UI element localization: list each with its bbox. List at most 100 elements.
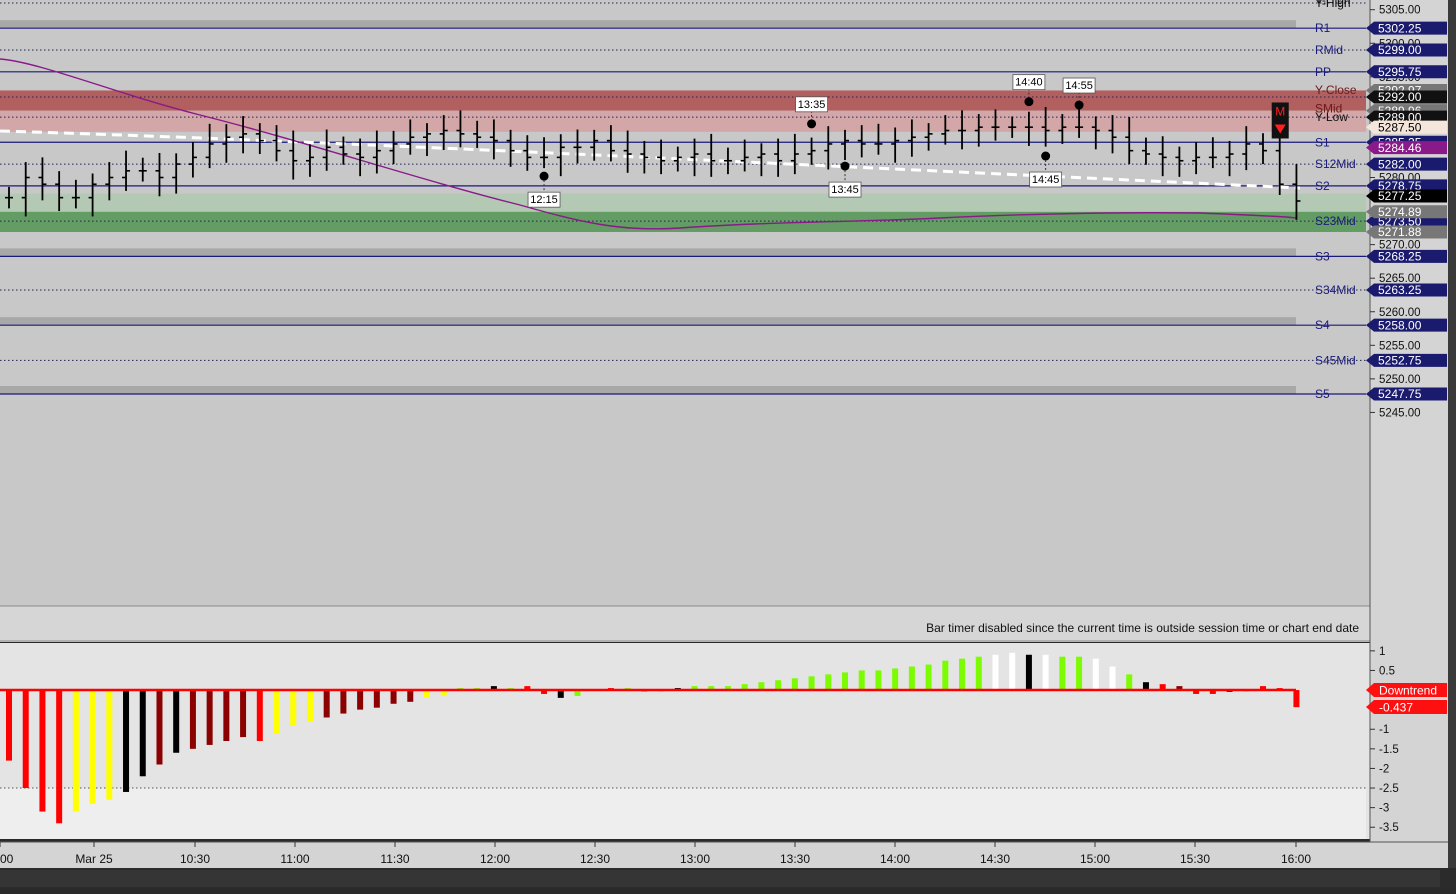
osc-bar [206, 690, 213, 745]
trend-label: Downtrend [1379, 684, 1437, 698]
osc-tick-label: -1 [1379, 724, 1389, 736]
level-label-top: Y-High [1315, 0, 1351, 7]
price-tick-label: 5245.00 [1379, 407, 1421, 419]
price-tick-label: 5260.00 [1379, 307, 1421, 319]
osc-tick-label: -3 [1379, 803, 1389, 815]
vertical-scrollbar[interactable] [1448, 0, 1456, 889]
pivot-marker[interactable] [1074, 100, 1084, 110]
osc-bar [1109, 666, 1116, 691]
osc-bar [72, 690, 79, 812]
level-label: PP [1315, 65, 1331, 79]
osc-bar [1042, 654, 1049, 691]
osc-bar [791, 678, 798, 691]
osc-bar [975, 656, 982, 691]
zone-resistance-dark [0, 90, 1366, 111]
chart-canvas[interactable]: Bar timer disabled since the current tim… [0, 0, 1456, 889]
osc-bar [306, 690, 313, 722]
osc-bar [775, 680, 782, 691]
price-badge-text: 5271.88 [1378, 225, 1422, 239]
osc-bar [39, 690, 46, 812]
osc-tick-label: 0.5 [1379, 665, 1395, 677]
time-axis[interactable] [0, 842, 1448, 868]
pivot-marker[interactable] [1024, 97, 1034, 107]
osc-bar [908, 666, 915, 691]
time-tick-label: 13:30 [780, 852, 810, 866]
osc-bar [825, 674, 832, 691]
level-label: S5 [1315, 387, 1330, 401]
pivot-time-label: 12:15 [530, 194, 558, 206]
price-tick-label: 5255.00 [1379, 340, 1421, 352]
osc-bar [22, 690, 29, 789]
zone-resistance-light [0, 110, 1366, 132]
osc-bar [875, 670, 882, 691]
level-label: R1 [1315, 21, 1331, 35]
price-badge-text: 5274.89 [1378, 205, 1422, 219]
level-price-badge-text: 5268.25 [1378, 250, 1422, 264]
osc-bar [357, 690, 364, 710]
osc-bar [1126, 674, 1133, 691]
level-price-badge-text: 5258.00 [1378, 318, 1422, 332]
osc-bar [156, 690, 163, 765]
osc-tick-label: -2.5 [1379, 783, 1399, 795]
level-label: S4 [1315, 318, 1330, 332]
osc-bar [240, 690, 247, 738]
time-tick-label: 00 [0, 852, 14, 866]
osc-bar [89, 690, 96, 804]
osc-bar [390, 690, 397, 704]
level-label: S23Mid [1315, 214, 1356, 228]
level-label: Y-Low [1315, 110, 1348, 124]
level-price-badge-text: 5247.75 [1378, 387, 1422, 401]
level-label: S3 [1315, 249, 1330, 263]
osc-bar [892, 668, 899, 691]
osc-bar [808, 676, 815, 691]
level-label: S1 [1315, 135, 1330, 149]
osc-bar [842, 672, 848, 691]
level-band [0, 20, 1296, 29]
pivot-marker[interactable] [807, 119, 817, 129]
level-label: S45Mid [1315, 353, 1356, 367]
osc-bar [223, 690, 230, 741]
level-price-badge-text: 5282.00 [1378, 157, 1422, 171]
time-tick-label: 10:30 [180, 852, 210, 866]
osc-bar [290, 690, 297, 726]
time-tick-label: 13:00 [680, 852, 710, 866]
level-band [0, 385, 1296, 394]
level-price-badge-text: 5299.00 [1378, 43, 1422, 57]
osc-bar [1009, 652, 1016, 691]
osc-bar [189, 690, 196, 749]
osc-bar [139, 690, 146, 777]
signal-marker-label: M [1275, 104, 1285, 118]
level-price-badge-text: 5295.75 [1378, 65, 1422, 79]
pivot-marker[interactable] [1041, 151, 1051, 161]
pivot-marker[interactable] [539, 171, 549, 181]
pivot-time-label: 14:40 [1015, 77, 1043, 89]
level-band [0, 317, 1296, 326]
time-tick-label: Mar 25 [75, 852, 113, 866]
time-tick-label: 15:00 [1080, 852, 1110, 866]
time-tick-label: 12:00 [480, 852, 510, 866]
time-tick-label: 11:30 [380, 852, 409, 866]
osc-bar [1293, 690, 1300, 708]
osc-bar [123, 690, 130, 792]
osc-bar [858, 670, 865, 691]
price-tick-label: 5250.00 [1379, 374, 1421, 386]
osc-bar [1076, 656, 1083, 691]
osc-bar [942, 660, 949, 691]
level-label: Y-Close [1315, 83, 1357, 97]
osc-bar [273, 690, 280, 734]
osc-tick-label: -3.5 [1379, 822, 1399, 834]
osc-bar [925, 664, 932, 691]
osc-bar [959, 658, 966, 691]
osc-bar [6, 690, 12, 761]
osc-tick-label: -2 [1379, 763, 1389, 775]
price-badge-text: 5292.00 [1378, 90, 1422, 104]
osc-bar [323, 690, 330, 718]
price-badge-text: 5287.50 [1378, 120, 1422, 134]
pivot-time-label: 13:45 [831, 184, 859, 196]
pivot-marker[interactable] [840, 161, 850, 171]
level-label: S12Mid [1315, 157, 1356, 171]
time-tick-label: 16:00 [1281, 852, 1311, 866]
osc-bar [173, 690, 180, 753]
osc-bar [407, 690, 414, 702]
level-label: RMid [1315, 43, 1343, 57]
